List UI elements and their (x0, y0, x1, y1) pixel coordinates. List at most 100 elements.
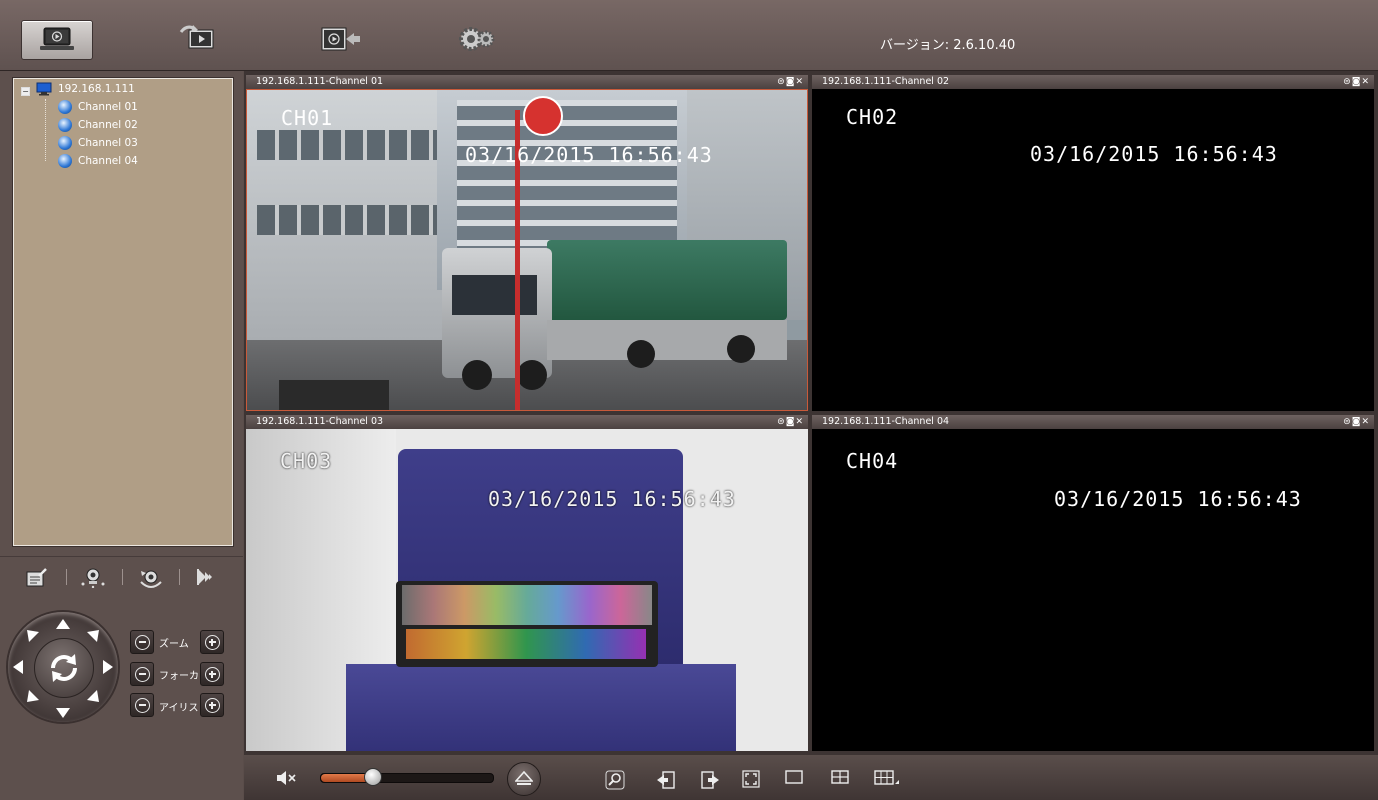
layout-more-button[interactable] (874, 770, 900, 786)
record-icon[interactable]: ⊜ (1343, 417, 1352, 427)
eject-button[interactable] (507, 762, 541, 796)
volume-slider-thumb[interactable] (364, 768, 382, 786)
close-icon[interactable]: ✕ (1361, 77, 1370, 87)
iris-close-button[interactable] (130, 693, 154, 717)
preset-button[interactable] (25, 565, 49, 589)
record-icon[interactable]: ⊜ (777, 77, 786, 87)
view-2-osd-time: 03/16/2015 16:56:43 (1030, 142, 1278, 166)
view-3-titlebar: 192.168.1.111-Channel 03 ⊜◙✕ (246, 415, 808, 429)
snapshot-icon[interactable]: ◙ (786, 77, 796, 87)
camera-channel-icon (58, 118, 72, 132)
iris-open-button[interactable] (200, 693, 224, 717)
view-3-osd-channel: CH03 (280, 449, 333, 473)
record-icon[interactable]: ⊜ (777, 417, 786, 427)
tree-device-node[interactable]: 192.168.1.111 (36, 81, 135, 97)
view-4-titlebar: 192.168.1.111-Channel 04 ⊜◙✕ (812, 415, 1374, 429)
close-icon[interactable]: ✕ (795, 417, 804, 427)
divider (179, 569, 180, 585)
view-4-video[interactable]: CH04 03/16/2015 16:56:43 (812, 429, 1374, 751)
view-1-osd-time: 03/16/2015 16:56:43 (465, 143, 713, 167)
close-icon[interactable]: ✕ (795, 77, 804, 87)
live-view-button[interactable] (21, 20, 93, 60)
ptz-down-button[interactable] (55, 704, 71, 723)
playback-button[interactable] (162, 20, 232, 58)
digital-zoom-button[interactable] (605, 770, 625, 790)
plus-icon (204, 634, 220, 650)
next-group-button[interactable] (700, 770, 720, 790)
speaker-muted-icon (277, 771, 296, 785)
tree-item-label: Channel 02 (78, 119, 138, 131)
record-icon[interactable]: ⊜ (1343, 77, 1352, 87)
playback-icon (179, 25, 214, 49)
tree-item-label: Channel 04 (78, 155, 138, 167)
close-icon[interactable]: ✕ (1361, 417, 1370, 427)
zoom-out-button[interactable] (130, 630, 154, 654)
focus-far-button[interactable] (200, 662, 224, 686)
arrow-down-right-icon (87, 690, 99, 702)
view-title: 192.168.1.111-Channel 02 (822, 76, 950, 87)
tree-item-channel-01[interactable]: Channel 01 (58, 99, 138, 115)
ptz-left-button[interactable] (12, 659, 24, 679)
tree-device-label: 192.168.1.111 (58, 83, 135, 95)
view-controls: ⊜◙✕ (777, 75, 804, 89)
ptz-down-right-button[interactable] (86, 688, 100, 707)
view-2-osd-channel: CH02 (846, 105, 899, 129)
remote-playback-button[interactable] (300, 20, 370, 58)
view-3-video[interactable]: CH03 03/16/2015 16:56:43 (246, 429, 808, 751)
view-controls: ⊜◙✕ (777, 415, 804, 429)
view-title: 192.168.1.111-Channel 04 (822, 416, 950, 427)
scan-button[interactable] (194, 565, 218, 589)
view-2-video[interactable]: CH02 03/16/2015 16:56:43 (812, 89, 1374, 411)
ptz-right-button[interactable] (102, 659, 114, 679)
collapse-toggle[interactable]: − (21, 87, 30, 96)
scene-shape (402, 585, 652, 625)
divider (122, 569, 123, 585)
view-controls: ⊜◙✕ (1343, 415, 1370, 429)
ptz-down-left-button[interactable] (26, 688, 40, 707)
camera-channel-icon (58, 100, 72, 114)
ptz-up-left-button[interactable] (26, 628, 40, 647)
version-label: バージョン: 2.6.10.40 (880, 38, 1016, 53)
fullscreen-button[interactable] (742, 770, 760, 788)
tree-item-label: Channel 03 (78, 137, 138, 149)
view-1-titlebar: 192.168.1.111-Channel 01 ⊜◙✕ (246, 75, 808, 89)
snapshot-icon[interactable]: ◙ (1352, 77, 1362, 87)
snapshot-icon[interactable]: ◙ (786, 417, 796, 427)
view-title: 192.168.1.111-Channel 01 (256, 76, 384, 87)
camera-cruise-icon (81, 568, 105, 588)
layout-1-button[interactable] (785, 770, 803, 784)
view-controls: ⊜◙✕ (1343, 75, 1370, 89)
view-1-video[interactable]: CH01 03/16/2015 16:56:43 (246, 89, 808, 411)
scene-shape (727, 335, 755, 363)
ptz-up-button[interactable] (55, 615, 71, 634)
view-3-osd-time: 03/16/2015 16:56:43 (488, 487, 736, 511)
cruise-button[interactable] (80, 565, 106, 589)
ptz-auto-rotate-button[interactable] (34, 638, 94, 698)
page-back-icon (657, 771, 675, 789)
tree-item-channel-02[interactable]: Channel 02 (58, 117, 138, 133)
focus-near-button[interactable] (130, 662, 154, 686)
mute-button[interactable] (276, 770, 296, 786)
minus-icon (134, 697, 150, 713)
magnifier-icon (605, 770, 625, 790)
live-view-icon (40, 27, 74, 50)
ptz-up-right-button[interactable] (86, 628, 100, 647)
scene-shape (517, 360, 547, 390)
view-4-osd-channel: CH04 (846, 449, 899, 473)
layout-4-button[interactable] (831, 770, 849, 784)
remote-playback-icon (321, 27, 360, 51)
tree-item-channel-04[interactable]: Channel 04 (58, 153, 138, 169)
scene-shape (257, 130, 437, 160)
scene-shape (406, 629, 646, 659)
tree-item-channel-03[interactable]: Channel 03 (58, 135, 138, 151)
previous-group-button[interactable] (656, 770, 676, 790)
camera-channel-icon (58, 136, 72, 150)
snapshot-icon[interactable]: ◙ (1352, 417, 1362, 427)
arrow-left-icon (13, 660, 23, 674)
arrow-up-left-icon (27, 630, 39, 642)
settings-button[interactable] (442, 20, 512, 58)
zoom-in-button[interactable] (200, 630, 224, 654)
track-button[interactable] (138, 565, 164, 589)
scene-shape (452, 275, 537, 315)
volume-slider-track[interactable] (320, 773, 494, 783)
